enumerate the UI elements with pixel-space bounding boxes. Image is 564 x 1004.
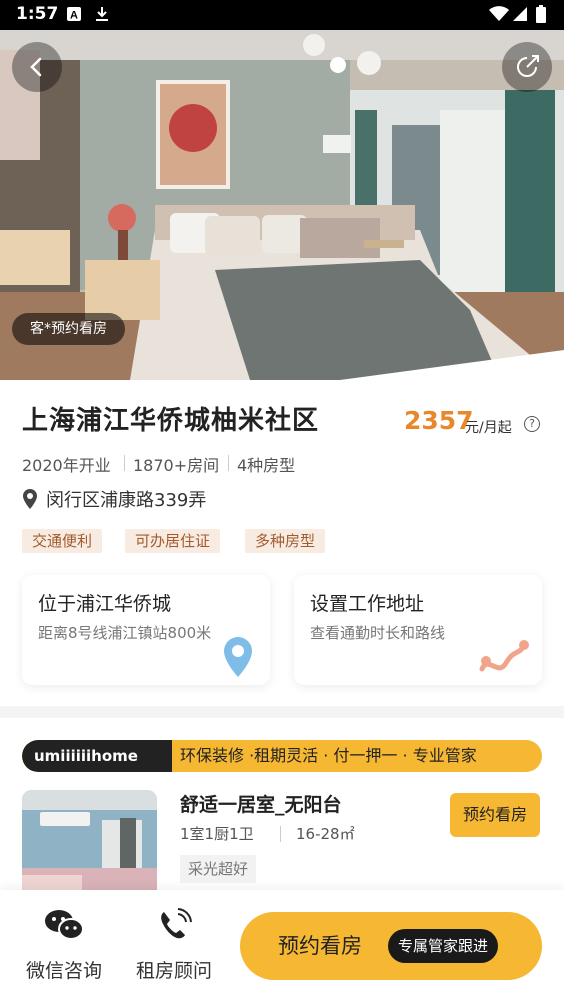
brand-slogan: 环保装修 ·租期灵活 · 付一押一 · 专业管家 [180, 746, 477, 765]
room-count: 1870+房间 [133, 456, 220, 475]
price-value: 2357 [404, 406, 474, 435]
book-viewing-cta[interactable]: 预约看房 专属管家跟进 [240, 912, 542, 980]
community-name: 上海浦江华侨城柚米社区 [22, 406, 320, 436]
location-card[interactable]: 位于浦江华侨城 距离8号线浦江镇站800米 [22, 575, 270, 685]
section-separator [0, 706, 564, 718]
room-thumbnail[interactable] [22, 790, 157, 900]
tag-residence-permit: 可办居住证 [125, 529, 221, 553]
tour-badge[interactable]: 客*预约看房 [12, 313, 125, 345]
brand-banner: umiiiiiihome 环保装修 ·租期灵活 · 付一押一 · 专业管家 [22, 740, 542, 772]
chevron-left-icon [30, 57, 42, 77]
map-pin-icon [224, 637, 252, 677]
bottom-bar: 微信咨询 租房顾问 预约看房 专属管家跟进 [0, 890, 564, 1004]
wechat-consult-label: 微信咨询 [25, 960, 102, 982]
signal-icon [513, 7, 527, 21]
hero-photo[interactable]: 客*预约看房 [0, 30, 564, 380]
location-card-subtitle: 距离8号线浦江镇站800米 [38, 624, 212, 642]
svg-text:A: A [70, 10, 78, 22]
wechat-icon [45, 910, 84, 940]
status-bar: 1:57 A [0, 0, 564, 30]
rental-advisor-label: 租房顾问 [135, 960, 212, 982]
book-viewing-label: 预约看房 [278, 934, 362, 958]
tag-transport: 交通便利 [22, 529, 103, 553]
price-help-icon[interactable]: ? [524, 416, 540, 432]
room-tag: 采光超好 [180, 855, 257, 883]
divider [280, 826, 281, 842]
phone-icon [161, 908, 192, 939]
room-types: 4种房型 [237, 456, 296, 475]
wechat-consult-button[interactable]: 微信咨询 [14, 908, 114, 983]
wifi-icon [489, 6, 509, 21]
status-time: 1:57 [16, 4, 59, 24]
room-name[interactable]: 舒适一居室_无阳台 [180, 790, 342, 817]
room-photo [22, 790, 157, 900]
address-text[interactable]: 闵行区浦康路339弄 [46, 486, 206, 512]
share-button[interactable] [502, 42, 552, 92]
tag-room-types: 多种房型 [245, 529, 326, 553]
location-pin-icon [23, 489, 37, 509]
back-button[interactable] [12, 42, 62, 92]
dedicated-butler-badge: 专属管家跟进 [388, 929, 499, 963]
brand-logo: umiiiiiihome [22, 740, 172, 772]
a-notification-icon: A [67, 7, 81, 22]
room-layout: 1室1厨1卫 [180, 825, 254, 843]
location-card-title: 位于浦江华侨城 [38, 593, 172, 615]
rental-advisor-button[interactable]: 租房顾问 [124, 908, 224, 983]
work-address-card-title: 设置工作地址 [310, 593, 425, 615]
divider [228, 455, 229, 471]
work-address-card[interactable]: 设置工作地址 查看通勤时长和路线 [294, 575, 542, 685]
opening-year: 2020年开业 [22, 456, 111, 475]
book-room-button[interactable]: 预约看房 [450, 793, 540, 837]
divider [124, 455, 125, 471]
battery-icon [536, 5, 546, 23]
route-icon [479, 640, 529, 672]
download-icon [96, 7, 108, 21]
room-area: 16-28㎡ [296, 825, 355, 843]
share-icon [517, 55, 539, 77]
price-unit: 元/月起 [465, 420, 512, 436]
